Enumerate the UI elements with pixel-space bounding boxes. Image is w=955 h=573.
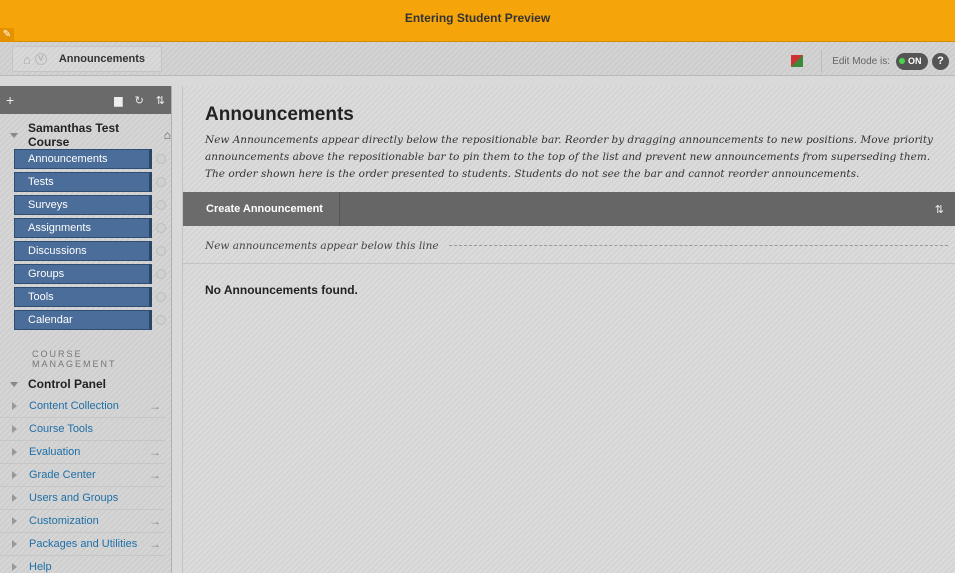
control-panel-item-packages-and-utilities[interactable]: Packages and Utilities →	[0, 533, 165, 556]
expand-icon[interactable]	[12, 448, 17, 456]
sidebar-item-label[interactable]: Groups	[14, 263, 152, 284]
collapse-icon[interactable]	[10, 132, 18, 138]
control-panel-list: Content Collection → Course Tools Evaluat…	[0, 395, 171, 573]
expand-icon[interactable]	[12, 402, 17, 410]
student-preview-title: Entering Student Preview	[404, 10, 551, 25]
home-icon[interactable]: ⌂	[23, 52, 31, 67]
toggle-indicator	[899, 58, 905, 64]
edit-mode-area: Edit Mode is: ON ?	[791, 50, 949, 72]
control-panel-item-label[interactable]: Evaluation	[29, 446, 149, 458]
control-panel-item-label[interactable]: Grade Center	[29, 469, 149, 481]
collapse-icon[interactable]	[10, 381, 18, 387]
control-panel-item-evaluation[interactable]: Evaluation →	[0, 441, 165, 464]
item-options-icon[interactable]	[156, 222, 166, 233]
folder-view-icon[interactable]: ▆	[114, 94, 122, 107]
expand-icon[interactable]	[12, 494, 17, 502]
course-menu: + ▆ ↻ ⇅ Samanthas Test Course ⌂ Announce…	[0, 86, 172, 573]
student-preview-bar: Entering Student Preview ✎	[0, 0, 955, 42]
control-panel-item-label[interactable]: Users and Groups	[29, 492, 161, 504]
edit-mode-label: Edit Mode is:	[832, 55, 890, 67]
sidebar-item-label[interactable]: Surveys	[14, 194, 152, 215]
sidebar-item-surveys[interactable]: Surveys	[14, 193, 171, 216]
item-options-icon[interactable]	[156, 245, 166, 256]
item-options-icon[interactable]	[156, 291, 166, 302]
sidebar-item-tests[interactable]: Tests	[14, 170, 171, 193]
sidebar-item-label[interactable]: Discussions	[14, 240, 152, 261]
control-panel-item-label[interactable]: Content Collection	[29, 400, 149, 412]
sidebar-item-groups[interactable]: Groups	[14, 262, 171, 285]
arrow-right-icon[interactable]: →	[149, 537, 161, 551]
control-panel-item-grade-center[interactable]: Grade Center →	[0, 464, 165, 487]
breadcrumb-bar: ⌂ ˅ Announcements Edit Mode is: ON ?	[0, 42, 955, 76]
add-menu-item-icon[interactable]: +	[6, 92, 14, 108]
edit-mode-state: ON	[908, 56, 922, 66]
sidebar-item-assignments[interactable]: Assignments	[14, 216, 171, 239]
control-panel-item-content-collection[interactable]: Content Collection →	[0, 395, 165, 418]
sort-icon[interactable]: ⇅	[935, 203, 944, 216]
sidebar-item-label[interactable]: Announcements	[14, 148, 152, 169]
edit-mode-toggle[interactable]: ON	[896, 52, 928, 70]
breadcrumb-current: Announcements	[58, 53, 146, 65]
control-panel-item-label[interactable]: Customization	[29, 515, 149, 527]
item-options-icon[interactable]	[156, 153, 166, 164]
item-options-icon[interactable]	[156, 199, 166, 210]
help-icon[interactable]: ?	[932, 52, 949, 70]
sidebar-item-discussions[interactable]: Discussions	[14, 239, 171, 262]
sidebar-item-calendar[interactable]: Calendar	[14, 308, 171, 331]
sidebar-item-label[interactable]: Calendar	[14, 309, 152, 330]
course-nav-list: Announcements Tests Surveys Assignments …	[0, 147, 171, 331]
repositionable-bar-label: New announcements appear below this line	[205, 239, 439, 252]
control-panel-item-label[interactable]: Packages and Utilities	[29, 538, 149, 550]
expand-icon[interactable]	[12, 471, 17, 479]
control-panel-item-label[interactable]: Course Tools	[29, 423, 161, 435]
control-panel-header[interactable]: Control Panel	[0, 373, 171, 395]
student-preview-icon[interactable]	[791, 55, 804, 67]
control-panel-item-course-tools[interactable]: Course Tools	[0, 418, 165, 441]
course-title-row[interactable]: Samanthas Test Course ⌂	[0, 121, 171, 149]
course-name: Samanthas Test Course	[28, 121, 120, 149]
refresh-icon[interactable]: ↻	[135, 94, 144, 107]
sidebar-item-announcements[interactable]: Announcements	[14, 147, 171, 170]
control-panel-item-help[interactable]: Help	[0, 556, 165, 573]
breadcrumb: ⌂ ˅ Announcements	[12, 46, 162, 72]
control-panel-item-users-and-groups[interactable]: Users and Groups	[0, 487, 165, 510]
sidebar-item-label[interactable]: Tools	[14, 286, 152, 307]
course-menu-toolbar: + ▆ ↻ ⇅	[0, 86, 171, 114]
chevron-down-icon[interactable]: ˅	[34, 53, 47, 65]
arrow-right-icon[interactable]: →	[149, 399, 161, 413]
sidebar-item-label[interactable]: Assignments	[14, 217, 152, 238]
create-announcement-button[interactable]: Create Announcement	[183, 192, 340, 226]
action-bar: Create Announcement ⇅	[183, 192, 955, 226]
course-home-icon[interactable]: ⌂	[164, 128, 171, 142]
divider	[821, 50, 823, 72]
pencil-icon[interactable]: ✎	[0, 28, 14, 42]
reorder-icon[interactable]: ⇅	[156, 94, 165, 107]
control-panel-title: Control Panel	[28, 377, 107, 391]
expand-icon[interactable]	[12, 425, 17, 433]
sidebar-item-label[interactable]: Tests	[14, 171, 152, 192]
main-content: Announcements New Announcements appear d…	[182, 86, 955, 573]
repositionable-bar[interactable]: New announcements appear below this line	[183, 228, 955, 264]
dashed-divider	[448, 245, 948, 246]
course-management-heading: COURSE MANAGEMENT	[32, 349, 117, 369]
sidebar-item-tools[interactable]: Tools	[14, 285, 171, 308]
control-panel-item-customization[interactable]: Customization →	[0, 510, 165, 533]
item-options-icon[interactable]	[156, 176, 166, 187]
item-options-icon[interactable]	[156, 314, 166, 325]
expand-icon[interactable]	[12, 563, 17, 571]
page-title: Announcements	[205, 104, 354, 125]
arrow-right-icon[interactable]: →	[149, 445, 161, 459]
expand-icon[interactable]	[12, 540, 17, 548]
arrow-right-icon[interactable]: →	[149, 468, 161, 482]
page-description: New Announcements appear directly below …	[205, 134, 933, 180]
control-panel-item-label[interactable]: Help	[29, 561, 161, 573]
empty-message: No Announcements found.	[205, 283, 358, 297]
arrow-right-icon[interactable]: →	[149, 514, 161, 528]
item-options-icon[interactable]	[156, 268, 166, 279]
expand-icon[interactable]	[12, 517, 17, 525]
